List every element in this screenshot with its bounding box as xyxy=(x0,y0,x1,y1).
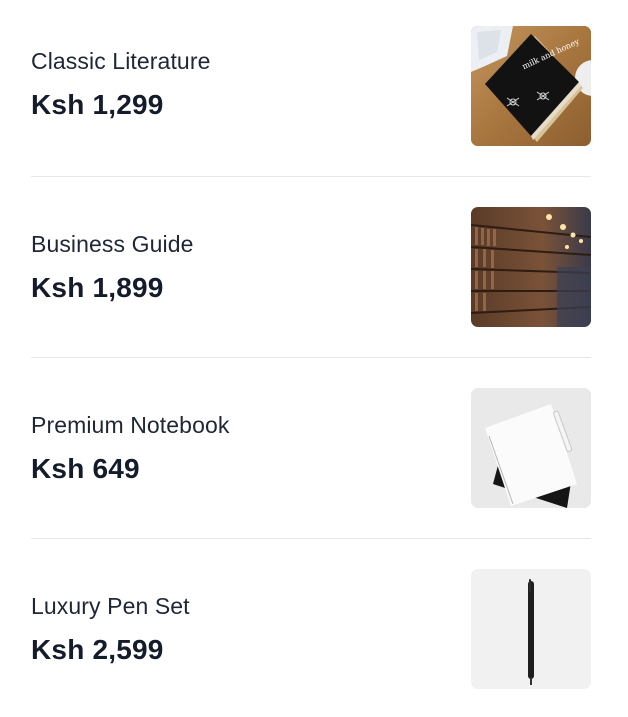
library-shelves-image[interactable] xyxy=(471,207,591,327)
product-item-luxury-pen-set[interactable]: Luxury Pen Set Ksh 2,599 xyxy=(31,539,591,717)
product-price: Ksh 2,599 xyxy=(31,634,164,665)
product-item-business-guide[interactable]: Business Guide Ksh 1,899 xyxy=(31,177,591,358)
product-name: Business Guide xyxy=(31,231,194,257)
product-item-premium-notebook[interactable]: Premium Notebook Ksh 649 xyxy=(31,358,591,539)
product-price: Ksh 1,299 xyxy=(31,89,164,120)
product-name: Premium Notebook xyxy=(31,412,230,438)
product-name: Luxury Pen Set xyxy=(31,593,190,619)
product-list: Classic Literature Ksh 1,299 milk and ho… xyxy=(31,0,591,717)
pen-image[interactable] xyxy=(471,569,591,689)
book-cover-image[interactable]: milk and honey xyxy=(471,26,591,146)
notebook-image[interactable] xyxy=(471,388,591,508)
product-price: Ksh 649 xyxy=(31,453,140,484)
product-name: Classic Literature xyxy=(31,48,211,74)
product-price: Ksh 1,899 xyxy=(31,272,164,303)
product-item-classic-literature[interactable]: Classic Literature Ksh 1,299 milk and ho… xyxy=(31,0,591,177)
